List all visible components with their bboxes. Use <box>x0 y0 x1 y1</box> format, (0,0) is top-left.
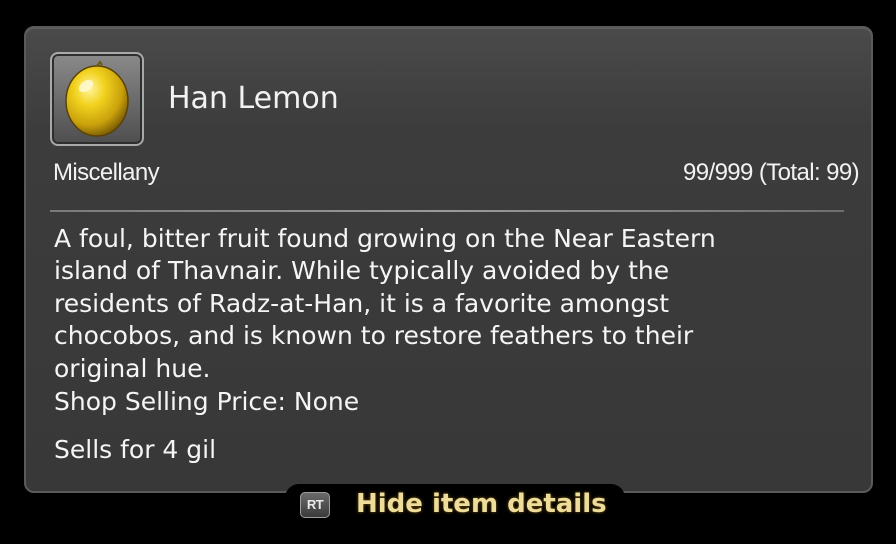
item-category: Miscellany <box>53 159 160 186</box>
shop-selling-price: Shop Selling Price: None <box>54 387 360 416</box>
item-description: A foul, bitter fruit found growing on th… <box>54 223 854 385</box>
description-line: A foul, bitter fruit found growing on th… <box>54 224 716 253</box>
divider <box>50 210 844 212</box>
item-icon-frame <box>50 52 144 146</box>
item-name: Han Lemon <box>168 81 339 116</box>
hide-item-details-button[interactable]: Hide item details <box>356 486 607 522</box>
description-line: chocobos, and is known to restore feathe… <box>54 321 694 351</box>
description-line: island of Thavnair. While typically avoi… <box>54 256 670 286</box>
sells-for-price: Sells for 4 gil <box>54 435 217 464</box>
item-quantity: 99/999 (Total: 99) <box>683 159 860 186</box>
description-line: original hue. <box>54 353 211 383</box>
description-line: residents of Radz-at-Han, it is a favori… <box>54 288 670 318</box>
rt-button-icon[interactable]: RT <box>300 492 330 518</box>
lemon-icon <box>65 60 129 137</box>
